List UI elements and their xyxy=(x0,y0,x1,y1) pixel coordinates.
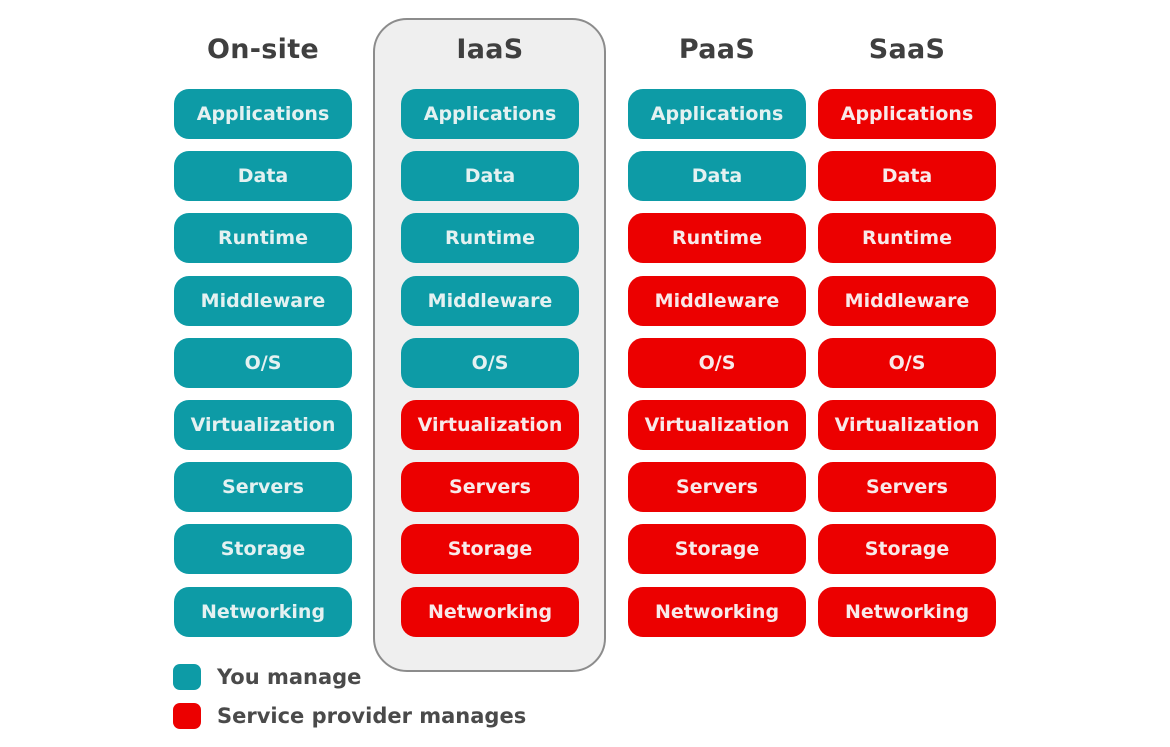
layer-cell-virtualization: Virtualization xyxy=(174,400,352,450)
layer-cell-applications: Applications xyxy=(401,89,579,139)
layer-cell-middleware: Middleware xyxy=(401,275,579,326)
column-title: PaaS xyxy=(678,34,756,65)
layer-cell-storage: Storage xyxy=(628,524,806,575)
layer-cell-middleware: Middleware xyxy=(174,275,352,326)
layer-cell-virtualization: Virtualization xyxy=(818,400,996,450)
layer-cell-os: O/S xyxy=(174,337,352,388)
legend-label: You manage xyxy=(217,665,362,689)
layer-cell-networking: Networking xyxy=(818,586,996,637)
layer-cell-applications: Applications xyxy=(818,89,996,139)
layer-cell-data: Data xyxy=(174,151,352,202)
layer-cell-virtualization: Virtualization xyxy=(401,400,579,450)
legend-swatch xyxy=(173,664,201,690)
layer-cell-networking: Networking xyxy=(174,586,352,637)
layer-cell-data: Data xyxy=(401,151,579,202)
layer-cell-runtime: Runtime xyxy=(401,213,579,264)
layer-cell-middleware: Middleware xyxy=(818,275,996,326)
column-title: SaaS xyxy=(868,34,946,65)
layer-cell-data: Data xyxy=(818,151,996,202)
layer-cell-servers: Servers xyxy=(401,462,579,513)
layer-cell-os: O/S xyxy=(818,337,996,388)
layer-cell-runtime: Runtime xyxy=(174,213,352,264)
layer-cell-servers: Servers xyxy=(628,462,806,513)
column-title: IaaS xyxy=(456,34,524,65)
legend-item-you: You manage xyxy=(173,664,361,690)
legend-swatch xyxy=(173,703,201,729)
layer-cell-middleware: Middleware xyxy=(628,275,806,326)
layer-cell-storage: Storage xyxy=(401,524,579,575)
layer-cell-storage: Storage xyxy=(818,524,996,575)
layer-cell-storage: Storage xyxy=(174,524,352,575)
layer-cell-os: O/S xyxy=(401,337,579,388)
layer-cell-servers: Servers xyxy=(818,462,996,513)
legend-item-provider: Service provider manages xyxy=(173,703,526,729)
layer-cell-servers: Servers xyxy=(174,462,352,513)
layer-cell-runtime: Runtime xyxy=(818,213,996,264)
layer-cell-virtualization: Virtualization xyxy=(628,400,806,450)
layer-cell-applications: Applications xyxy=(628,89,806,139)
layer-cell-runtime: Runtime xyxy=(628,213,806,264)
layer-cell-os: O/S xyxy=(628,337,806,388)
layer-cell-networking: Networking xyxy=(401,586,579,637)
legend-label: Service provider manages xyxy=(217,704,527,728)
layer-cell-data: Data xyxy=(628,151,806,202)
layer-cell-applications: Applications xyxy=(174,89,352,139)
column-title: On-site xyxy=(206,34,320,65)
layer-cell-networking: Networking xyxy=(628,586,806,637)
